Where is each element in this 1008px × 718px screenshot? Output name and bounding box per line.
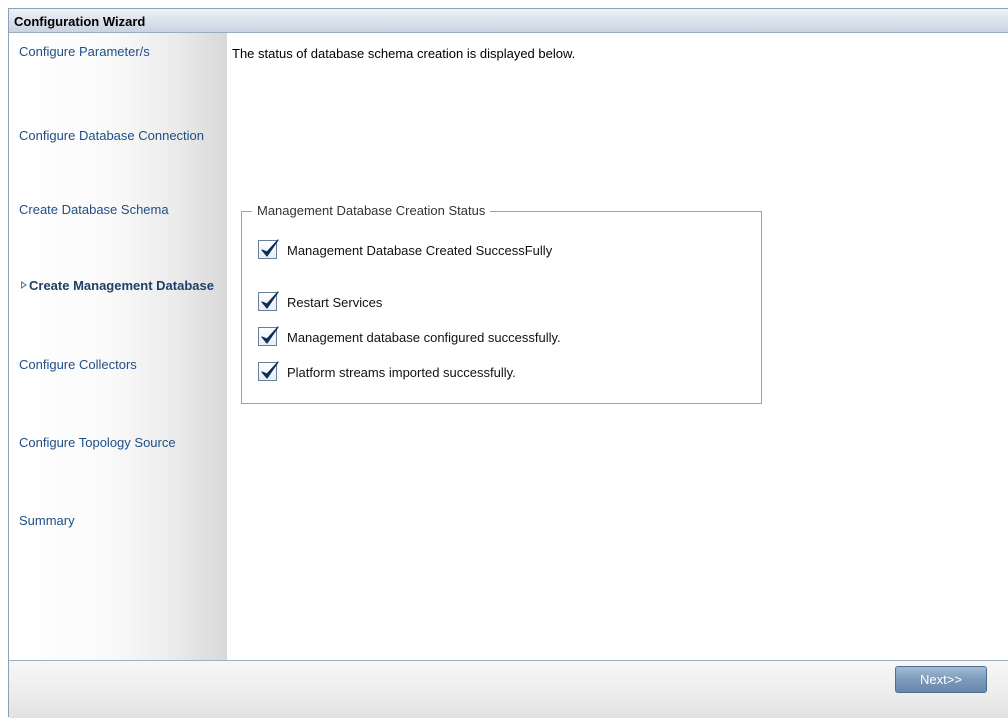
step-summary[interactable]: Summary [19,513,219,529]
step-create-database-schema[interactable]: Create Database Schema [19,202,219,218]
step-label: Configure Database Connection [19,128,205,143]
step-create-management-database[interactable]: Create Management Database [19,278,219,294]
step-label: Create Database Schema [19,202,169,217]
next-button[interactable]: Next>> [895,666,987,693]
window-title: Configuration Wizard [14,14,146,29]
step-label: Configure Parameter/s [19,44,150,59]
intro-text: The status of database schema creation i… [232,46,576,61]
step-configure-topology-source[interactable]: Configure Topology Source [19,435,219,451]
current-step-arrow-icon [21,281,27,289]
status-item-label: Management database configured successfu… [287,330,561,345]
checkmark-icon [261,291,279,309]
main-content: The status of database schema creation i… [227,33,1008,660]
checkbox[interactable] [258,291,279,311]
groupbox-legend: Management Database Creation Status [252,203,491,218]
status-item-label: Platform streams imported successfully. [287,365,516,380]
status-item-label: Management Database Created SuccessFully [287,243,553,258]
step-label: Configure Collectors [19,357,137,372]
step-label: Configure Topology Source [19,435,176,450]
step-label: Summary [19,513,75,528]
checkbox[interactable] [258,361,279,381]
checkmark-icon [261,361,279,379]
step-label: Create Management Database [29,278,214,293]
wizard-steps-sidebar: Configure Parameter/s Configure Database… [9,33,227,660]
status-groupbox: Management Database Creation Status Mana… [241,203,762,404]
step-configure-parameters[interactable]: Configure Parameter/s [19,44,219,60]
wizard-window: Configuration Wizard Configure Parameter… [8,8,1008,718]
checkbox[interactable] [258,326,279,346]
checkbox[interactable] [258,239,279,259]
checkmark-icon [261,326,279,344]
title-bar: Configuration Wizard [9,9,1008,33]
step-configure-database-connection[interactable]: Configure Database Connection [19,128,219,144]
checkmark-icon [261,239,279,257]
step-configure-collectors[interactable]: Configure Collectors [19,357,219,373]
status-item-label: Restart Services [287,295,383,310]
wizard-footer: Next>> [9,660,1008,718]
